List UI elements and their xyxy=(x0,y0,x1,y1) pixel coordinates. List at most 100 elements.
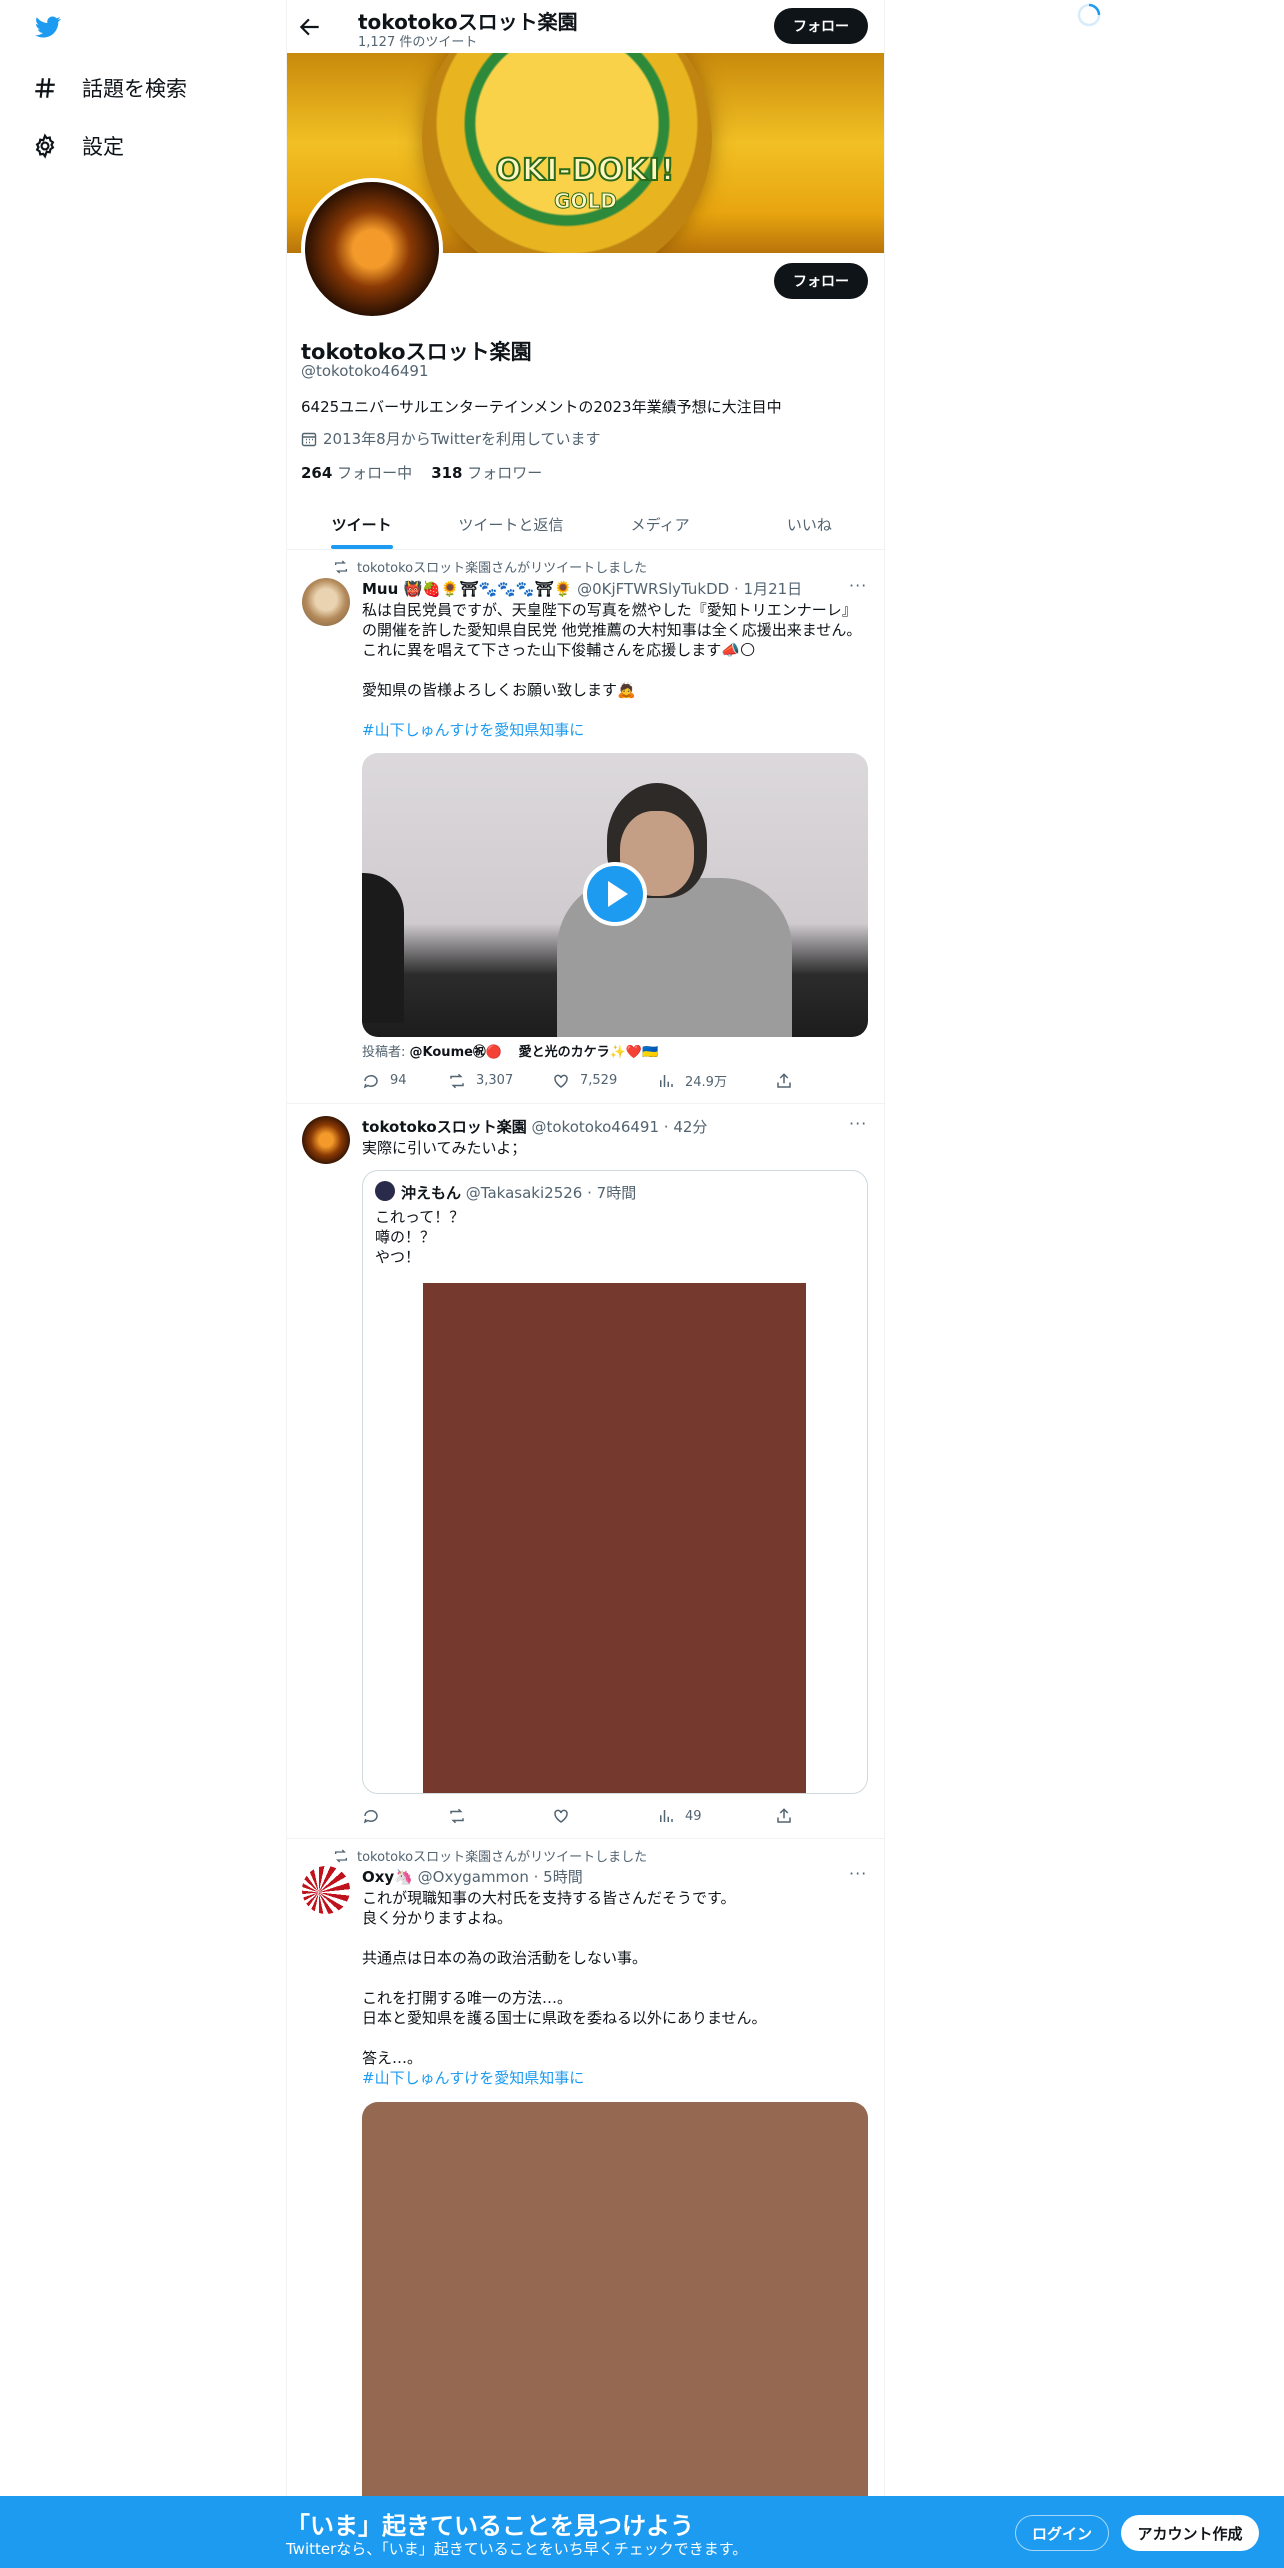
quoted-time: · 7時間 xyxy=(587,1184,637,1202)
retweet-button[interactable]: 3,307 xyxy=(448,1071,552,1090)
twitter-logo-icon[interactable] xyxy=(33,14,63,40)
quoted-image[interactable] xyxy=(423,1283,806,1793)
views-icon xyxy=(660,1074,673,1087)
retweet-icon xyxy=(335,1849,347,1862)
tweet-hashtag[interactable]: #山下しゅんすけを愛知県知事に xyxy=(362,2068,584,2088)
nav-settings[interactable]: 設定 xyxy=(32,131,124,161)
views-button[interactable]: 49 xyxy=(657,1807,775,1825)
divider xyxy=(287,1838,884,1839)
poster-2[interactable]: 愛と光のカケラ✨❤️🇺🇦 xyxy=(519,1045,659,1060)
video-credit: 投稿者: @Koume㊗🔴 愛と光のカケラ✨❤️🇺🇦 xyxy=(362,1041,658,1060)
more-options-icon[interactable]: ··· xyxy=(849,576,867,595)
tweet-time[interactable]: · 5時間 xyxy=(534,1868,583,1886)
like-button[interactable]: 7,529 xyxy=(552,1071,657,1090)
poster-label: 投稿者: xyxy=(362,1045,406,1060)
quoted-tweet-header: 沖えもん @Takasaki2526 · 7時間 xyxy=(401,1182,636,1203)
tweet-handle[interactable]: @0KjFTWRSlyTukDD xyxy=(577,580,729,598)
retweet-icon xyxy=(335,560,347,573)
share-icon xyxy=(777,1072,791,1088)
views-button[interactable]: 24.9万 xyxy=(657,1071,775,1090)
tweet-text: これが現職知事の大村氏を支持する皆さんだそうです。 良く分かりますよね。 共通点… xyxy=(362,1889,767,2067)
loading-spinner-icon xyxy=(1077,3,1101,27)
divider xyxy=(287,1103,884,1104)
tweet-author[interactable]: Muu 👹🍓🌻⛩🐾🐾🐾⛩🌻 xyxy=(362,580,572,598)
retweet-indicator: tokotokoスロット楽園さんがリツイートしました xyxy=(333,557,647,576)
hashtag-icon xyxy=(35,78,55,98)
avatar[interactable] xyxy=(302,578,350,626)
nav-explore-label: 話題を検索 xyxy=(82,77,187,101)
retweet-label: tokotokoスロット楽園さんがリツイートしました xyxy=(357,561,648,576)
reply-button[interactable]: 94 xyxy=(362,1071,448,1090)
tab-tweets[interactable]: ツイート xyxy=(287,500,436,549)
following-label: フォロー中 xyxy=(337,464,413,482)
quoted-tweet[interactable]: 沖えもん @Takasaki2526 · 7時間 これって！？ 噂の！？ やつ！ xyxy=(362,1170,868,1794)
retweet-indicator: tokotokoスロット楽園さんがリツイートしました xyxy=(333,1846,647,1865)
tweet-actions: 94 3,307 7,529 24.9万 xyxy=(362,1071,862,1090)
tweet-hashtag[interactable]: #山下しゅんすけを愛知県知事に xyxy=(362,720,584,740)
quoted-author: 沖えもん xyxy=(401,1184,462,1202)
tweet-handle[interactable]: @Oxygammon xyxy=(418,1868,529,1886)
header-tweet-count: 1,127 件のツイート xyxy=(358,35,478,50)
tweet-image[interactable] xyxy=(362,2102,868,2496)
tweet-video[interactable] xyxy=(362,753,868,1037)
share-button[interactable] xyxy=(775,1807,793,1825)
profile-handle: @tokotoko46491 xyxy=(301,362,429,380)
retweet-button[interactable] xyxy=(448,1807,552,1825)
like-count: 7,529 xyxy=(580,1073,618,1088)
share-icon xyxy=(777,1808,791,1823)
avatar[interactable] xyxy=(302,1866,350,1914)
tweet-author[interactable]: Oxy🦄 xyxy=(362,1868,413,1886)
following-count: 264 xyxy=(301,464,333,482)
tweet-header: Muu 👹🍓🌻⛩🐾🐾🐾⛩🌻 @0KjFTWRSlyTukDD · 1月21日 xyxy=(362,578,802,599)
followers-count: 318 xyxy=(431,464,463,482)
tab-tweets-replies[interactable]: ツイートと返信 xyxy=(436,500,585,549)
tweet-time[interactable]: · 42分 xyxy=(664,1118,708,1136)
retweet-count: 3,307 xyxy=(476,1073,514,1088)
reply-button[interactable] xyxy=(362,1807,448,1825)
like-button[interactable] xyxy=(552,1807,657,1825)
view-count: 24.9万 xyxy=(685,1075,727,1090)
avatar xyxy=(375,1181,395,1201)
more-options-icon[interactable]: ··· xyxy=(849,1864,867,1883)
followers-label: フォロワー xyxy=(467,464,543,482)
play-button-icon[interactable] xyxy=(583,862,647,926)
back-arrow-icon[interactable] xyxy=(297,14,323,40)
tweet-actions: 49 xyxy=(362,1807,862,1825)
share-button[interactable] xyxy=(775,1071,793,1090)
profile-avatar[interactable] xyxy=(301,178,443,320)
profile-joined-label: 2013年8月からTwitterを利用しています xyxy=(323,430,601,448)
profile-stats: 264 フォロー中 318 フォロワー xyxy=(301,462,542,483)
signup-button[interactable]: アカウント作成 xyxy=(1121,2515,1259,2551)
followers-link[interactable]: 318 フォロワー xyxy=(431,464,542,482)
following-link[interactable]: 264 フォロー中 xyxy=(301,464,412,482)
tab-likes[interactable]: いいね xyxy=(735,500,884,549)
gear-icon xyxy=(35,133,55,159)
profile-tabs: ツイート ツイートと返信 メディア いいね xyxy=(287,500,884,550)
tweet-text: 私は自民党員ですが、天皇陛下の写真を燃やした『愛知トリエンナーレ』の開催を許した… xyxy=(362,601,862,699)
tweet-handle[interactable]: @tokotoko46491 xyxy=(532,1118,660,1136)
poster-1[interactable]: @Koume㊗🔴 xyxy=(410,1045,503,1060)
signup-banner-title: 「いま」起きていることを見つけよう xyxy=(286,2512,694,2540)
nav-explore[interactable]: 話題を検索 xyxy=(32,73,187,103)
quoted-text: これって！？ 噂の！？ やつ！ xyxy=(375,1208,465,1266)
reply-count: 94 xyxy=(390,1073,407,1088)
login-button[interactable]: ログイン xyxy=(1015,2515,1109,2551)
calendar-icon xyxy=(301,432,317,446)
video-figure-left xyxy=(362,873,404,1023)
profile-joined: 2013年8月からTwitterを利用しています xyxy=(301,428,601,449)
retweet-label: tokotokoスロット楽園さんがリツイートしました xyxy=(357,1850,648,1865)
profile-bio: 6425ユニバーサルエンターテインメントの2023年業績予想に大注目中 xyxy=(301,398,782,416)
tweet-time[interactable]: · 1月21日 xyxy=(734,580,802,598)
quoted-handle: @Takasaki2526 xyxy=(465,1184,583,1202)
reply-icon xyxy=(363,1074,378,1088)
more-options-icon[interactable]: ··· xyxy=(849,1114,867,1133)
tweet-header: Oxy🦄 @Oxygammon · 5時間 xyxy=(362,1866,583,1887)
header-follow-button[interactable]: フォロー xyxy=(774,8,868,44)
tab-media[interactable]: メディア xyxy=(586,500,735,549)
profile-follow-button[interactable]: フォロー xyxy=(774,263,868,299)
avatar[interactable] xyxy=(302,1116,350,1164)
heart-icon xyxy=(554,1074,568,1088)
views-icon xyxy=(660,1810,673,1822)
signup-banner-subtitle: Twitterなら、「いま」起きていることをいち早くチェックできます。 xyxy=(286,2540,748,2558)
tweet-author[interactable]: tokotokoスロット楽園 xyxy=(362,1118,527,1136)
